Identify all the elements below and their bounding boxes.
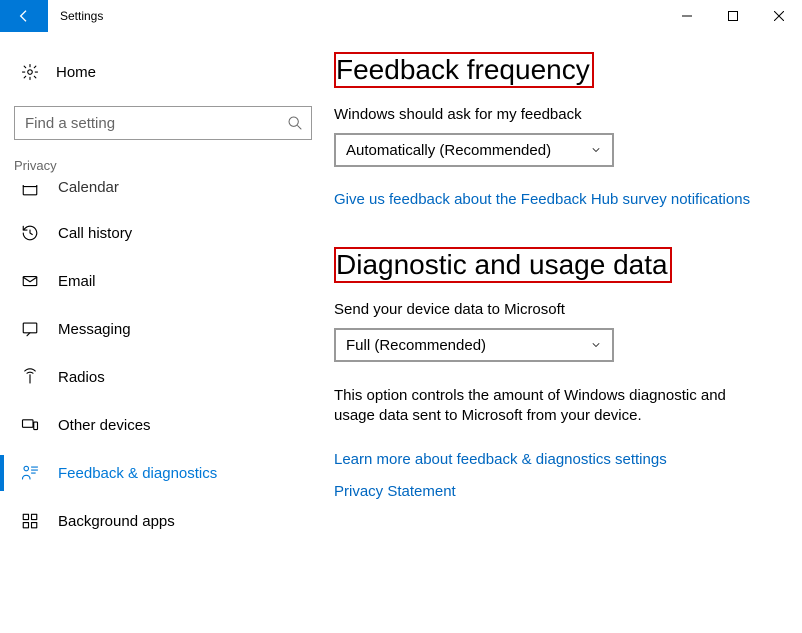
- sidebar-item-label: Feedback & diagnostics: [58, 465, 217, 482]
- sidebar-item-feedback-diagnostics[interactable]: Feedback & diagnostics: [14, 449, 310, 497]
- sidebar-item-calendar[interactable]: Calendar: [14, 185, 310, 209]
- feedback-icon: [20, 464, 40, 482]
- title-bar: Settings: [0, 0, 802, 32]
- devices-icon: [20, 416, 40, 434]
- window-title: Settings: [48, 0, 103, 32]
- search-box[interactable]: [14, 106, 312, 140]
- section-heading-feedback: Feedback frequency: [334, 52, 594, 88]
- sidebar: Home Privacy Calendar Call history: [0, 32, 320, 633]
- sidebar-item-label: Other devices: [58, 417, 151, 434]
- calendar-icon: [20, 185, 40, 197]
- chevron-down-icon: [590, 339, 602, 351]
- sidebar-item-background-apps[interactable]: Background apps: [14, 497, 310, 545]
- maximize-icon: [728, 11, 738, 21]
- history-icon: [20, 224, 40, 242]
- minimize-icon: [682, 11, 692, 21]
- sidebar-item-label: Messaging: [58, 321, 131, 338]
- chevron-down-icon: [590, 144, 602, 156]
- messaging-icon: [20, 320, 40, 338]
- sidebar-item-label: Calendar: [58, 179, 119, 196]
- gear-icon: [20, 63, 40, 81]
- home-link[interactable]: Home: [14, 50, 310, 94]
- maximize-button[interactable]: [710, 0, 756, 32]
- learn-more-link[interactable]: Learn more about feedback & diagnostics …: [334, 451, 667, 468]
- sidebar-item-email[interactable]: Email: [14, 257, 310, 305]
- sidebar-item-radios[interactable]: Radios: [14, 353, 310, 401]
- select-value: Automatically (Recommended): [346, 142, 551, 159]
- send-data-label: Send your device data to Microsoft: [334, 301, 772, 318]
- arrow-left-icon: [16, 8, 32, 24]
- diagnostic-data-select[interactable]: Full (Recommended): [334, 328, 614, 362]
- feedback-hub-link[interactable]: Give us feedback about the Feedback Hub …: [334, 191, 750, 208]
- close-icon: [774, 11, 784, 21]
- privacy-statement-link[interactable]: Privacy Statement: [334, 483, 456, 500]
- sidebar-item-label: Email: [58, 273, 96, 290]
- email-icon: [20, 272, 40, 290]
- search-input[interactable]: [25, 115, 287, 132]
- select-value: Full (Recommended): [346, 337, 486, 354]
- search-icon: [287, 115, 303, 131]
- sidebar-item-label: Radios: [58, 369, 105, 386]
- close-button[interactable]: [756, 0, 802, 32]
- background-apps-icon: [20, 512, 40, 530]
- feedback-frequency-select[interactable]: Automatically (Recommended): [334, 133, 614, 167]
- sidebar-item-other-devices[interactable]: Other devices: [14, 401, 310, 449]
- sidebar-item-label: Call history: [58, 225, 132, 242]
- feedback-ask-label: Windows should ask for my feedback: [334, 106, 772, 123]
- sidebar-section-label: Privacy: [14, 158, 310, 173]
- sidebar-item-label: Background apps: [58, 513, 175, 530]
- sidebar-item-call-history[interactable]: Call history: [14, 209, 310, 257]
- minimize-button[interactable]: [664, 0, 710, 32]
- diagnostic-description: This option controls the amount of Windo…: [334, 386, 754, 427]
- home-label: Home: [56, 64, 96, 81]
- sidebar-item-messaging[interactable]: Messaging: [14, 305, 310, 353]
- section-heading-diagnostic: Diagnostic and usage data: [334, 247, 672, 283]
- main-pane: Feedback frequency Windows should ask fo…: [320, 32, 802, 633]
- back-button[interactable]: [0, 0, 48, 32]
- radios-icon: [20, 368, 40, 386]
